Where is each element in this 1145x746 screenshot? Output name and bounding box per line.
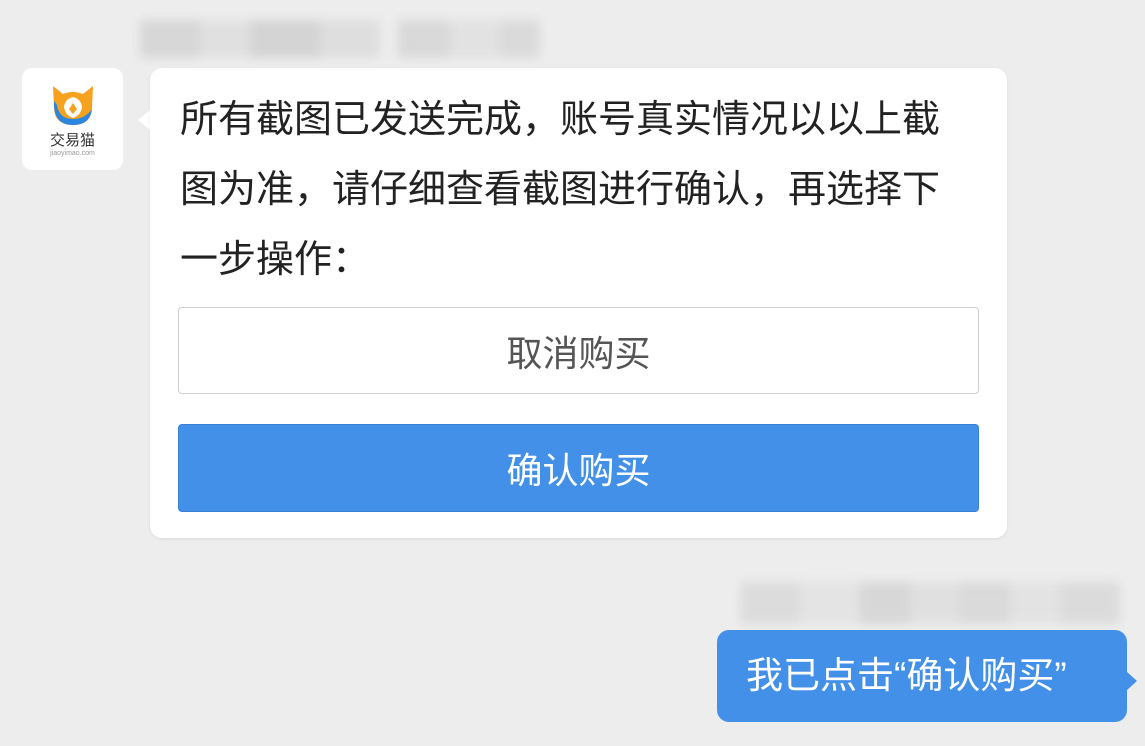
jiaoyimao-logo-icon bbox=[53, 86, 93, 125]
avatar-brand-domain: jiaoyimao.com bbox=[50, 150, 95, 157]
incoming-message-bubble: 所有截图已发送完成，账号真实情况以以上截 图为准，请仔细查看截图进行确认，再选择… bbox=[150, 68, 1007, 538]
avatar-brand-name: 交易猫 bbox=[49, 132, 95, 149]
confirm-purchase-button[interactable]: 确认购买 bbox=[178, 424, 979, 512]
outgoing-bubble-tail bbox=[1126, 671, 1137, 691]
message-line: 所有截图已发送完成，账号真实情况以以上截 bbox=[180, 99, 941, 141]
incoming-message-text: 所有截图已发送完成，账号真实情况以以上截 图为准，请仔细查看截图进行确认，再选择… bbox=[180, 85, 990, 295]
incoming-sender-name-blurred bbox=[140, 20, 540, 58]
chat-screen: 交易猫 jiaoyimao.com 所有截图已发送完成，账号真实情况以以上截 图… bbox=[0, 0, 1145, 746]
outgoing-sender-name-blurred bbox=[740, 582, 1120, 624]
message-line: 一步操作： bbox=[180, 239, 371, 281]
sender-avatar[interactable]: 交易猫 jiaoyimao.com bbox=[22, 68, 123, 170]
message-line: 图为准，请仔细查看截图进行确认，再选择下 bbox=[180, 169, 941, 211]
outgoing-message-bubble: 我已点击“确认购买” bbox=[717, 630, 1127, 722]
outgoing-message-text: 我已点击“确认购买” bbox=[746, 655, 1067, 696]
incoming-bubble-tail bbox=[138, 110, 150, 130]
cancel-purchase-button[interactable]: 取消购买 bbox=[178, 307, 979, 394]
